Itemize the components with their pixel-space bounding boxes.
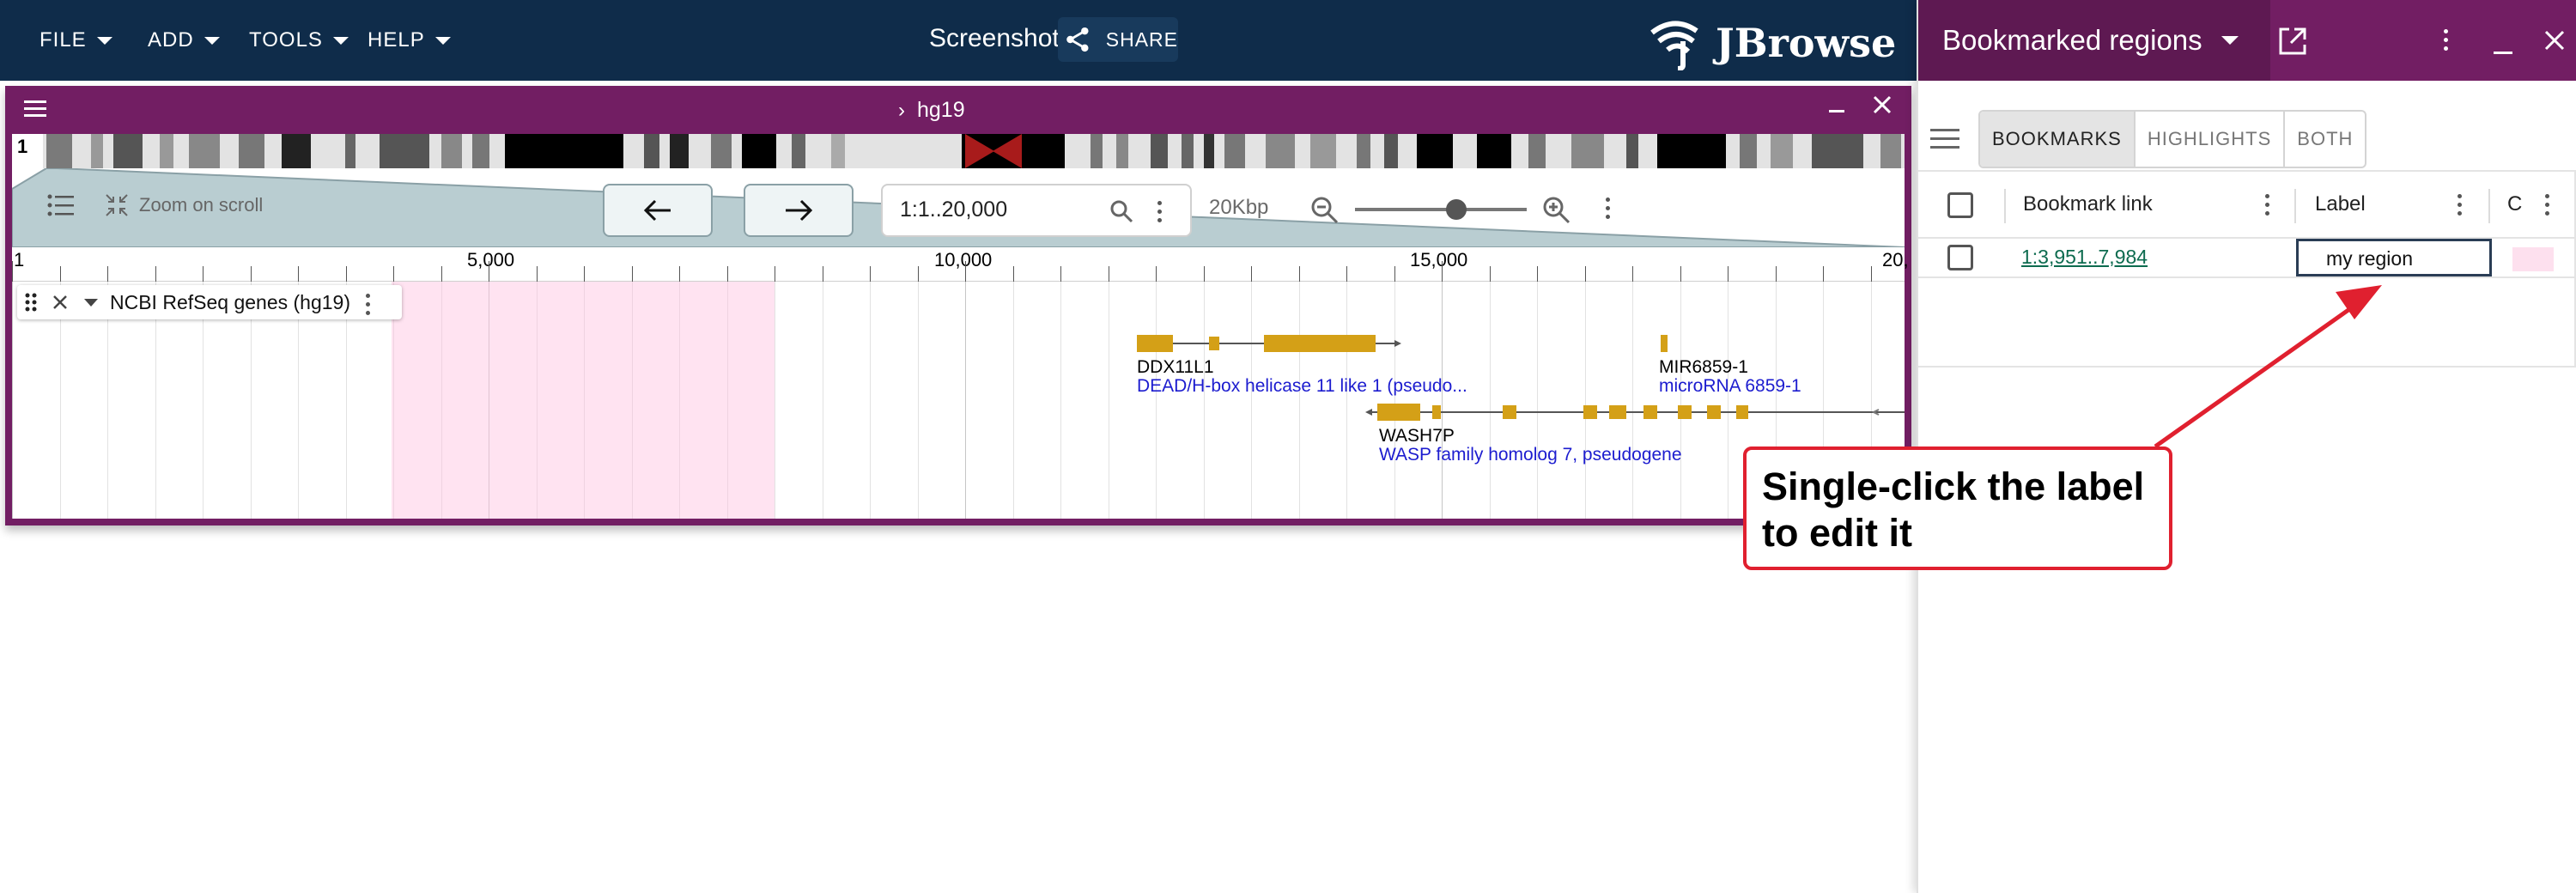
callout-line-1: Single-click the label xyxy=(1762,465,2145,508)
app-root: { "menu": { "file": "FILE", "add": "ADD"… xyxy=(0,0,2576,893)
callout-line-2: to edit it xyxy=(1762,511,1912,555)
annotation-arrow xyxy=(2154,285,2382,449)
annotation-callout: Single-click the label to edit it xyxy=(1743,446,2172,570)
